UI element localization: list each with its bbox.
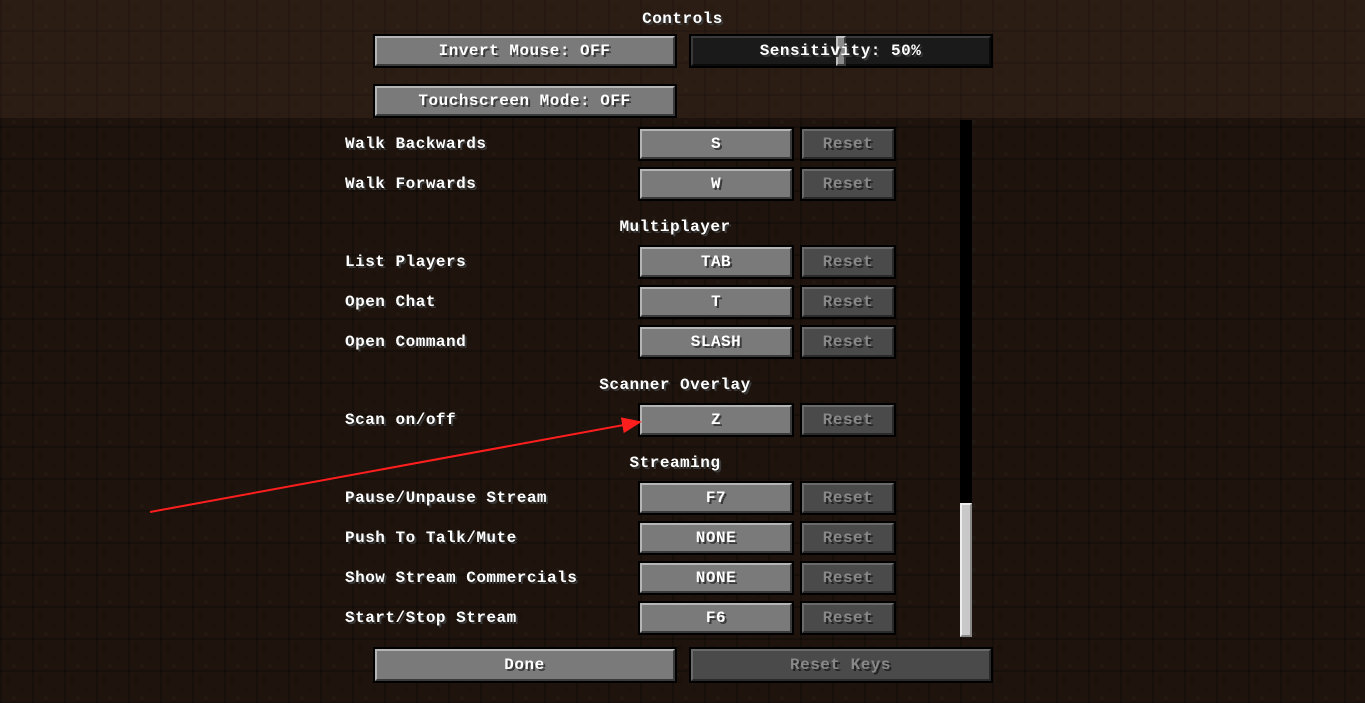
keybind-reset-label: Reset	[823, 293, 874, 311]
keybind-reset-label: Reset	[823, 333, 874, 351]
keybind-key-button[interactable]: T	[640, 287, 792, 317]
keybind-reset-button: Reset	[802, 247, 894, 277]
keybind-key-label: S	[711, 135, 721, 153]
keybind-row: Show Stream Commercials NONE Reset	[345, 562, 1005, 594]
keybind-row: Scan on/off Z Reset	[345, 404, 1005, 436]
keybind-label: Walk Forwards	[345, 175, 476, 193]
reset-keys-label: Reset Keys	[790, 656, 891, 674]
keybind-reset-button: Reset	[802, 603, 894, 633]
keybind-row: Walk Backwards S Reset	[345, 128, 1005, 160]
keybind-row: Open Chat T Reset	[345, 286, 1005, 318]
keybind-label: Pause/Unpause Stream	[345, 489, 547, 507]
page-title: Controls	[0, 10, 1365, 28]
keybind-key-button[interactable]: Z	[640, 405, 792, 435]
section-heading-text: Multiplayer	[619, 218, 730, 236]
keybind-row: Open Command SLASH Reset	[345, 326, 1005, 358]
section-heading-text: Streaming	[630, 454, 721, 472]
sensitivity-slider[interactable]: Sensitivity: 50%	[691, 36, 991, 66]
keybind-reset-label: Reset	[823, 411, 874, 429]
keybind-key-label: Z	[711, 411, 721, 429]
keybind-key-label: TAB	[701, 253, 731, 271]
keybind-key-label: W	[711, 175, 721, 193]
section-heading: Scanner Overlay	[345, 376, 1005, 394]
keybind-key-label: NONE	[696, 569, 736, 587]
keybind-label: Walk Backwards	[345, 135, 486, 153]
keybind-reset-button: Reset	[802, 327, 894, 357]
scrollbar-track[interactable]	[960, 120, 972, 637]
keybind-key-label: SLASH	[691, 333, 742, 351]
keybind-key-button[interactable]: F7	[640, 483, 792, 513]
keybind-key-label: F6	[706, 609, 726, 627]
keybind-key-button[interactable]: SLASH	[640, 327, 792, 357]
keybind-reset-label: Reset	[823, 489, 874, 507]
keybind-label: Scan on/off	[345, 411, 456, 429]
keybind-row: Pause/Unpause Stream F7 Reset	[345, 482, 1005, 514]
keybind-reset-button: Reset	[802, 287, 894, 317]
touchscreen-mode-button[interactable]: Touchscreen Mode: OFF	[375, 86, 675, 116]
keybind-label: Start/Stop Stream	[345, 609, 517, 627]
keybind-label: Push To Talk/Mute	[345, 529, 517, 547]
keybind-label: List Players	[345, 253, 466, 271]
scrollbar-thumb[interactable]	[960, 503, 972, 637]
keybind-reset-button: Reset	[802, 129, 894, 159]
section-heading-text: Scanner Overlay	[599, 376, 751, 394]
keybind-reset-button: Reset	[802, 523, 894, 553]
keybind-reset-label: Reset	[823, 609, 874, 627]
keybind-reset-label: Reset	[823, 175, 874, 193]
keybind-row: List Players TAB Reset	[345, 246, 1005, 278]
keybind-key-label: T	[711, 293, 721, 311]
keybind-label: Open Chat	[345, 293, 436, 311]
keybind-key-button[interactable]: TAB	[640, 247, 792, 277]
done-button[interactable]: Done	[375, 649, 675, 681]
keybind-label: Open Command	[345, 333, 466, 351]
keybind-label: Show Stream Commercials	[345, 569, 577, 587]
keybind-reset-label: Reset	[823, 253, 874, 271]
keybind-reset-button: Reset	[802, 169, 894, 199]
controls-list[interactable]: Walk Backwards S Reset Walk Forwards W Reset M…	[0, 120, 1365, 637]
keybind-row: Start/Stop Stream F6 Reset	[345, 602, 1005, 634]
keybind-reset-label: Reset	[823, 135, 874, 153]
keybind-key-button[interactable]: NONE	[640, 563, 792, 593]
keybind-row: Push To Talk/Mute NONE Reset	[345, 522, 1005, 554]
keybind-key-label: F7	[706, 489, 726, 507]
footer: Done Reset Keys	[375, 649, 991, 681]
done-label: Done	[504, 656, 544, 674]
keybind-key-button[interactable]: W	[640, 169, 792, 199]
keybind-row: Walk Forwards W Reset	[345, 168, 1005, 200]
section-heading: Streaming	[345, 454, 1005, 472]
reset-keys-button: Reset Keys	[691, 649, 991, 681]
section-heading: Multiplayer	[345, 218, 1005, 236]
keybind-key-label: NONE	[696, 529, 736, 547]
keybind-reset-button: Reset	[802, 405, 894, 435]
keybind-reset-label: Reset	[823, 569, 874, 587]
keybind-key-button[interactable]: NONE	[640, 523, 792, 553]
header-row-1: Invert Mouse: OFF Sensitivity: 50%	[375, 36, 991, 66]
keybind-reset-label: Reset	[823, 529, 874, 547]
invert-mouse-label: Invert Mouse: OFF	[439, 42, 611, 60]
keybind-reset-button: Reset	[802, 483, 894, 513]
touchscreen-mode-label: Touchscreen Mode: OFF	[418, 92, 630, 110]
page-title-text: Controls	[642, 10, 723, 28]
header-row-2: Touchscreen Mode: OFF	[375, 86, 991, 116]
keybind-key-button[interactable]: F6	[640, 603, 792, 633]
keybind-reset-button: Reset	[802, 563, 894, 593]
sensitivity-label: Sensitivity: 50%	[760, 42, 922, 60]
keybind-key-button[interactable]: S	[640, 129, 792, 159]
invert-mouse-button[interactable]: Invert Mouse: OFF	[375, 36, 675, 66]
